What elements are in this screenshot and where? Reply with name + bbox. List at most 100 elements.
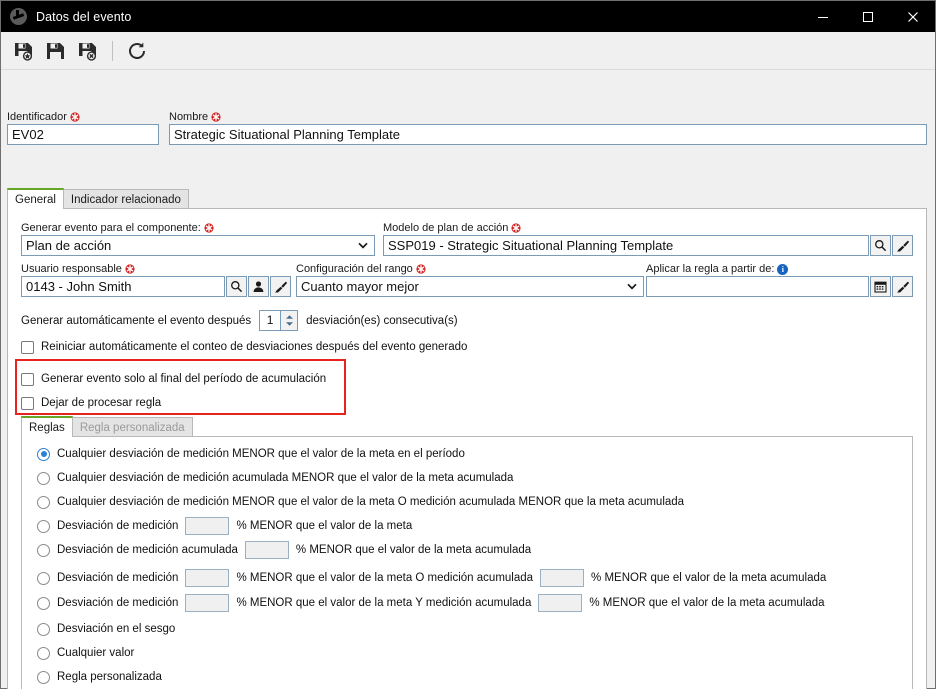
checkbox-box[interactable] bbox=[21, 396, 34, 410]
clear-brush-icon[interactable] bbox=[892, 235, 913, 256]
radio-button[interactable] bbox=[37, 495, 50, 509]
auto-generate-prefix: Generar automáticamente el evento despué… bbox=[21, 314, 252, 327]
rule-option-8[interactable]: Cualquier valor bbox=[37, 641, 134, 665]
radio-button[interactable] bbox=[37, 519, 50, 533]
info-icon[interactable]: i bbox=[777, 263, 789, 275]
rule-percent-input-2[interactable] bbox=[538, 594, 583, 612]
window-title: Datos del evento bbox=[36, 9, 132, 24]
maximize-button[interactable] bbox=[845, 1, 890, 32]
radio-button[interactable] bbox=[37, 447, 50, 461]
checkbox-stop-processing-rule[interactable]: Dejar de procesar regla bbox=[21, 391, 161, 415]
rule-option-7[interactable]: Desviación en el sesgo bbox=[37, 617, 175, 641]
checkbox-label: Dejar de procesar regla bbox=[41, 397, 162, 409]
minimize-button[interactable] bbox=[800, 1, 845, 32]
tab-indicador-relacionado[interactable]: Indicador relacionado bbox=[62, 189, 189, 209]
rule-option-text: Cualquier valor bbox=[57, 647, 135, 659]
rule-option-text: % MENOR que el valor de la meta Y medici… bbox=[236, 597, 532, 609]
rule-option-4[interactable]: Desviación de medición acumulada % MENOR… bbox=[37, 538, 531, 562]
apply-rule-from-label: Aplicar la regla a partir de: bbox=[646, 263, 775, 275]
calendar-icon[interactable] bbox=[870, 276, 891, 297]
save-button[interactable] bbox=[41, 36, 71, 66]
radio-button[interactable] bbox=[37, 596, 50, 610]
required-icon bbox=[70, 112, 80, 122]
deviation-count-stepper[interactable]: 1 bbox=[259, 310, 299, 331]
clear-brush-icon[interactable] bbox=[270, 276, 291, 297]
range-config-label: Configuración del rango bbox=[296, 263, 413, 275]
rule-percent-input[interactable] bbox=[185, 517, 230, 535]
rule-option-text: Cualquier desviación de medición MENOR q… bbox=[57, 448, 465, 460]
rule-percent-input-1[interactable] bbox=[185, 569, 230, 587]
event-data-window: Datos del evento Identificador EV02 Nomb… bbox=[0, 0, 936, 689]
title-bar: Datos del evento bbox=[1, 1, 935, 32]
component-label-row: Generar evento para el componente: bbox=[21, 222, 375, 234]
rule-option-text: Desviación de medición bbox=[57, 597, 179, 609]
rule-option-text: Cualquier desviación de medición acumula… bbox=[57, 472, 514, 484]
required-icon bbox=[416, 264, 426, 274]
save-and-close-button[interactable] bbox=[73, 36, 103, 66]
checkbox-box[interactable] bbox=[21, 340, 34, 354]
radio-button[interactable] bbox=[37, 646, 50, 660]
responsible-user-row: 0143 - John Smith bbox=[21, 276, 291, 297]
rule-option-text: Desviación de medición acumulada bbox=[57, 544, 238, 556]
range-config-select[interactable]: Cuanto mayor mejor bbox=[296, 276, 644, 297]
radio-button[interactable] bbox=[37, 471, 50, 485]
rule-option-9[interactable]: Regla personalizada bbox=[37, 665, 162, 689]
tab-regla-personalizada[interactable]: Regla personalizada bbox=[71, 417, 193, 437]
range-config-select-value: Cuanto mayor mejor bbox=[301, 279, 419, 294]
rule-option-text: Desviación en el sesgo bbox=[57, 623, 176, 635]
rule-option-text: % MENOR que el valor de la meta O medici… bbox=[236, 572, 534, 584]
apply-rule-from-input[interactable] bbox=[646, 276, 869, 297]
checkbox-label: Reiniciar automáticamente el conteo de d… bbox=[41, 341, 468, 353]
tab-reglas[interactable]: Reglas bbox=[21, 416, 73, 437]
search-icon[interactable] bbox=[870, 235, 891, 256]
clear-brush-icon[interactable] bbox=[892, 276, 913, 297]
responsible-user-field-group: Usuario responsable 0143 - John Smith bbox=[21, 263, 291, 297]
radio-button[interactable] bbox=[37, 622, 50, 636]
range-config-label-row: Configuración del rango bbox=[296, 263, 644, 275]
toolbar-separator bbox=[112, 40, 113, 61]
identifier-label-row: Identificador bbox=[7, 111, 159, 123]
tab-general[interactable]: General bbox=[7, 188, 64, 209]
responsible-user-label-row: Usuario responsable bbox=[21, 263, 291, 275]
component-select[interactable]: Plan de acción bbox=[21, 235, 375, 256]
checkbox-box[interactable] bbox=[21, 372, 34, 386]
rule-option-3[interactable]: Desviación de medición % MENOR que el va… bbox=[37, 514, 412, 538]
required-icon bbox=[204, 223, 214, 233]
radio-button[interactable] bbox=[37, 543, 50, 557]
refresh-button[interactable] bbox=[122, 36, 152, 66]
rule-option-5[interactable]: Desviación de medición % MENOR que el va… bbox=[37, 566, 826, 590]
action-plan-model-row: SSP019 - Strategic Situational Planning … bbox=[383, 235, 913, 256]
search-icon[interactable] bbox=[226, 276, 247, 297]
auto-generate-row: Generar automáticamente el evento despué… bbox=[21, 310, 458, 331]
checkbox-generate-event-end-of-period[interactable]: Generar evento solo al final del período… bbox=[21, 367, 326, 391]
rule-option-text: Desviación de medición bbox=[57, 520, 179, 532]
globe-icon bbox=[10, 8, 27, 25]
rule-percent-input-1[interactable] bbox=[185, 594, 230, 612]
responsible-user-label: Usuario responsable bbox=[21, 263, 122, 275]
name-input[interactable]: Strategic Situational Planning Template bbox=[169, 124, 927, 145]
rule-option-2[interactable]: Cualquier desviación de medición MENOR q… bbox=[37, 490, 684, 514]
component-select-value: Plan de acción bbox=[26, 238, 112, 253]
rule-percent-input[interactable] bbox=[244, 541, 289, 559]
rule-percent-input-2[interactable] bbox=[540, 569, 585, 587]
rule-option-text: % MENOR que el valor de la meta acumulad… bbox=[589, 597, 825, 609]
rule-option-1[interactable]: Cualquier desviación de medición acumula… bbox=[37, 466, 513, 490]
form-body: Identificador EV02 Nombre Strategic Situ… bbox=[1, 70, 935, 689]
action-plan-model-input[interactable]: SSP019 - Strategic Situational Planning … bbox=[383, 235, 869, 256]
close-button[interactable] bbox=[890, 1, 935, 32]
user-icon[interactable] bbox=[248, 276, 269, 297]
save-and-new-button[interactable] bbox=[9, 36, 39, 66]
rule-option-text: % MENOR que el valor de la meta acumulad… bbox=[295, 544, 532, 556]
checkbox-reset-deviation-count[interactable]: Reiniciar automáticamente el conteo de d… bbox=[21, 335, 467, 359]
rule-option-0[interactable]: Cualquier desviación de medición MENOR q… bbox=[37, 442, 465, 466]
required-icon bbox=[511, 223, 521, 233]
identifier-input[interactable]: EV02 bbox=[7, 124, 159, 145]
radio-button[interactable] bbox=[37, 670, 50, 684]
radio-button[interactable] bbox=[37, 571, 50, 585]
responsible-user-input[interactable]: 0143 - John Smith bbox=[21, 276, 225, 297]
component-label: Generar evento para el componente: bbox=[21, 222, 201, 234]
required-icon bbox=[211, 112, 221, 122]
deviation-count-input[interactable]: 1 bbox=[259, 310, 282, 331]
stepper-arrows[interactable] bbox=[281, 310, 299, 331]
rule-option-6[interactable]: Desviación de medición % MENOR que el va… bbox=[37, 591, 825, 615]
